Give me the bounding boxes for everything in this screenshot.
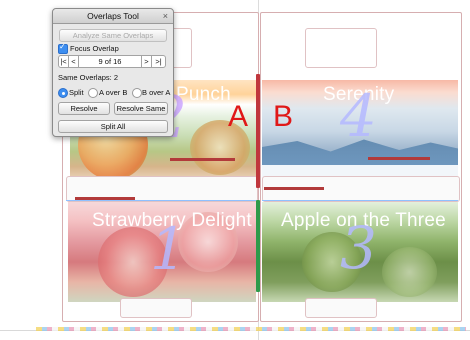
bottom-flap-right (305, 298, 377, 318)
top-flap-right (305, 28, 377, 68)
overlap-indicator-other[interactable] (256, 200, 260, 292)
palette-title: Overlaps Tool (87, 11, 139, 21)
resolve-button[interactable]: Resolve (58, 102, 110, 115)
fold-line-left (66, 200, 256, 201)
palette-title-bar[interactable]: Overlaps Tool × (53, 9, 173, 24)
close-icon[interactable]: × (163, 9, 168, 23)
mode-split-radio[interactable] (58, 88, 68, 98)
mid-flap-right-edge (264, 187, 324, 190)
mode-split-label: Split (69, 88, 84, 97)
overlap-indicator-selected[interactable] (256, 74, 260, 188)
mode-a-over-b-label: A over B (99, 88, 128, 97)
overlap-label-b: B (273, 100, 294, 133)
mode-b-over-a-label: B over A (142, 88, 171, 97)
mid-flap-right-edge-2 (368, 157, 430, 160)
mid-flap-left-edge-2 (170, 158, 235, 161)
bottom-flap-left (120, 298, 192, 318)
overlap-label-a: A (228, 100, 249, 133)
nav-position-field[interactable]: 9 of 16 (78, 55, 142, 68)
analyze-same-overlaps-button[interactable]: Analyze Same Overlaps (59, 29, 167, 42)
split-all-button[interactable]: Split All (58, 120, 168, 133)
mode-a-over-b-radio[interactable] (88, 88, 98, 98)
focus-overlap-label: Focus Overlap (70, 44, 119, 53)
panel-number-3: 3 (340, 214, 377, 282)
fold-line-right (262, 200, 458, 201)
same-overlaps-count: Same Overlaps: 2 (58, 73, 119, 82)
nav-last-button[interactable]: >| (151, 55, 166, 68)
resolve-same-button[interactable]: Resolve Same (114, 102, 168, 115)
mode-b-over-a-radio[interactable] (132, 88, 142, 98)
color-registration-bar (36, 327, 466, 331)
focus-overlap-checkbox[interactable] (58, 42, 68, 54)
panel-number-4: 4 (340, 82, 377, 150)
panel-number-1: 1 (150, 215, 187, 283)
overlaps-tool-palette[interactable]: Overlaps Tool × Analyze Same Overlaps Fo… (52, 8, 174, 137)
